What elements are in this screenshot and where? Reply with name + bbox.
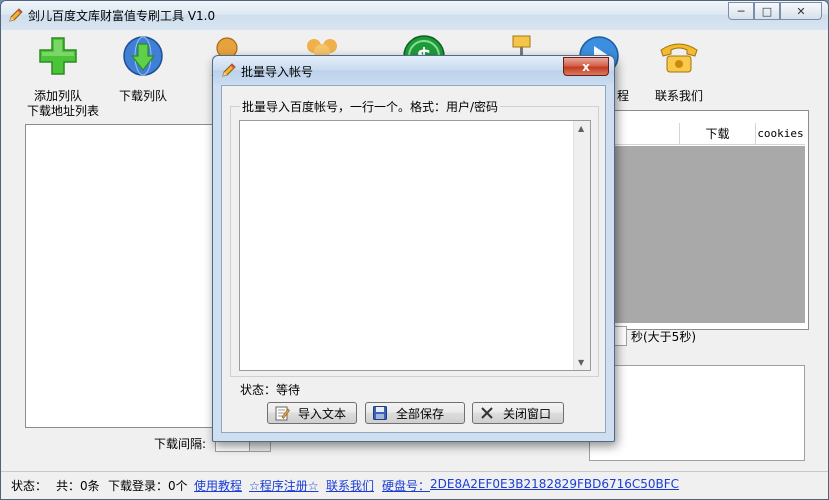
disk-label[interactable]: 硬盘号： (382, 477, 430, 494)
total-count: 共：0条 (56, 479, 100, 493)
tool-add-queue[interactable]: 添加列队 (18, 34, 98, 104)
dialog-body: 批量导入百度帐号，一行一个。格式：用户/密码 ▲ ▼ 状态：等待 导入文本 全部… (221, 85, 606, 433)
maximize-button[interactable]: □ (754, 2, 780, 20)
tool-contact[interactable]: 联系我们 (639, 34, 719, 104)
disk-id[interactable]: 2DE8A2EF0E3B2182829FBD6716C50BFC (430, 477, 679, 491)
interval-label: 下载间隔: (154, 437, 207, 451)
seconds-label: 秒(大于5秒) (631, 330, 696, 344)
pencil-icon (9, 8, 23, 22)
status-bar: 状态： 共：0条 下载登录：0个 使用教程 ☆程序注册☆ 联系我们 硬盘号： 2… (1, 471, 828, 499)
add-plus-icon (39, 37, 77, 75)
edit-document-icon (275, 406, 290, 421)
download-list-title: 下载地址列表 (27, 104, 100, 118)
status-label: 状态： (11, 479, 48, 493)
scroll-down-icon[interactable]: ▼ (578, 358, 584, 367)
register-link[interactable]: ☆程序注册☆ (249, 477, 319, 494)
grid-col-download[interactable]: 下载 (679, 123, 755, 145)
dialog-close-button[interactable]: x (563, 57, 609, 76)
tutorial-link[interactable]: 使用教程 (194, 477, 242, 494)
close-window-button[interactable]: 关闭窗口 (472, 402, 564, 424)
tool-download-queue-label: 下载列队 (118, 89, 167, 103)
close-window-label: 关闭窗口 (503, 406, 552, 421)
import-text-label: 导入文本 (298, 406, 347, 421)
dialog-status: 状态：等待 (240, 383, 301, 397)
tool-contact-label: 联系我们 (654, 89, 703, 103)
import-text-button[interactable]: 导入文本 (267, 402, 357, 424)
minimize-button[interactable]: ─ (728, 2, 754, 20)
scroll-up-icon[interactable]: ▲ (578, 124, 584, 133)
dialog-title: 批量导入帐号 (241, 65, 314, 79)
grid-col-cookies[interactable]: cookies (755, 123, 805, 145)
textarea-scrollbar[interactable]: ▲ ▼ (573, 121, 590, 370)
import-instruction: 批量导入百度帐号，一行一个。格式：用户/密码 (240, 98, 501, 115)
close-button[interactable]: ✕ (780, 2, 822, 20)
title-bar: 剑儿百度文库财富值专刷工具 V1.0 ─ □ ✕ (1, 1, 828, 30)
save-disk-icon (373, 406, 387, 420)
caption-buttons: ─ □ ✕ (728, 2, 822, 20)
download-login-count: 下载登录：0个 (108, 479, 188, 493)
close-x-icon (481, 407, 493, 419)
download-globe-icon (123, 36, 163, 76)
save-all-button[interactable]: 全部保存 (365, 402, 465, 424)
save-all-label: 全部保存 (396, 406, 445, 421)
contact-link[interactable]: 联系我们 (326, 477, 374, 494)
import-accounts-dialog: 批量导入帐号 x 批量导入百度帐号，一行一个。格式：用户/密码 ▲ ▼ 状态：等… (212, 55, 615, 442)
tool-download-queue[interactable]: 下载列队 (103, 34, 183, 104)
telephone-icon (660, 43, 698, 73)
download-url-list[interactable] (25, 124, 223, 428)
dialog-title-bar: 批量导入帐号 x (213, 56, 614, 84)
window-title: 剑儿百度文库财富值专刷工具 V1.0 (28, 9, 216, 23)
pencil-icon (222, 63, 236, 77)
accounts-textarea[interactable]: ▲ ▼ (239, 120, 591, 371)
log-box[interactable] (589, 365, 805, 461)
